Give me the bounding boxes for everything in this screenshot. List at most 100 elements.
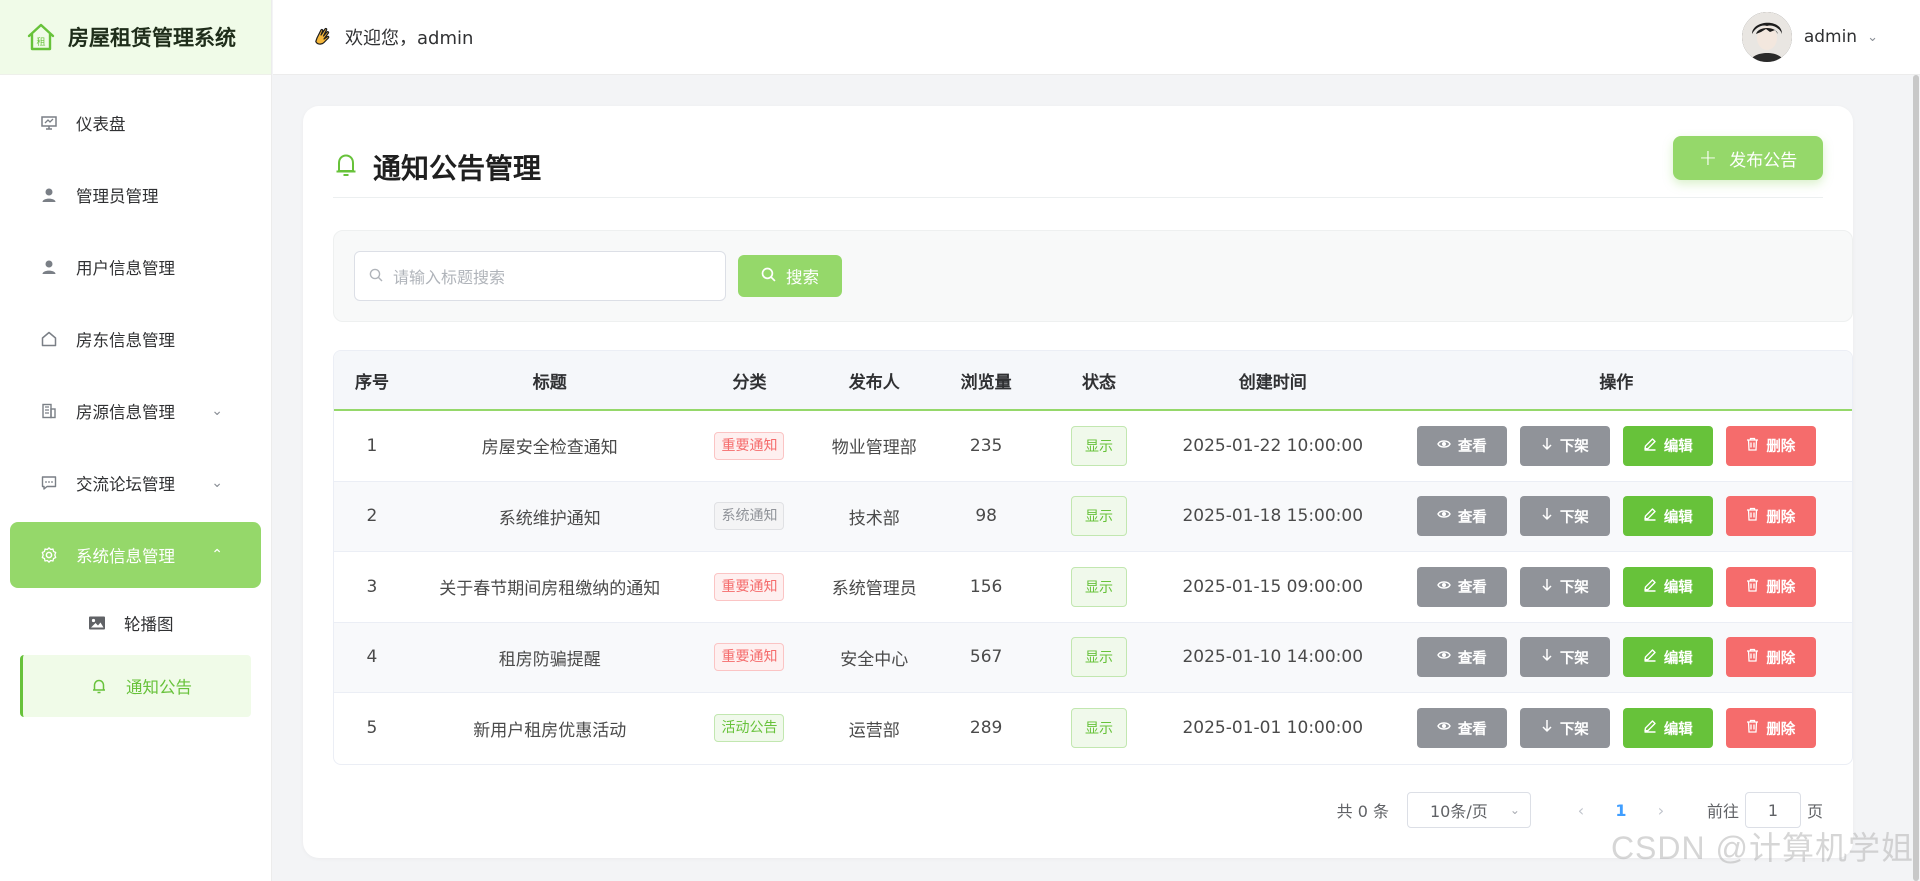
edit-button[interactable]: 编辑 [1622,566,1713,607]
user-menu[interactable]: admin ⌄ [1741,12,1878,62]
pagination-total: 共 0 条 [1336,802,1389,821]
view-button[interactable]: 查看 [1416,425,1507,466]
delete-button[interactable]: 删除 [1725,496,1816,537]
arrow-down-icon [1541,578,1553,596]
sidebar-item-dashboard[interactable]: 仪表盘 [0,87,271,159]
search-button[interactable]: 搜索 [738,255,842,297]
chevron-down-icon: ⌄ [1509,803,1520,817]
cell-index: 4 [366,647,378,668]
unpublish-button[interactable]: 下架 [1519,566,1610,607]
delete-button[interactable]: 删除 [1725,637,1816,678]
column-header[interactable]: 分类 [690,368,810,393]
sidebar-item-system[interactable]: 系统信息管理 ⌃ [10,522,261,588]
edit-button[interactable]: 编辑 [1622,496,1713,537]
cell-views: 235 [969,435,1003,456]
page-number-current[interactable]: 1 [1601,801,1641,820]
pencil-icon [1643,648,1657,666]
column-header[interactable]: 操作 [1381,368,1852,393]
chevron-down-icon: ⌄ [1867,29,1878,45]
column-header[interactable]: 标题 [410,368,690,393]
sidebar-subitem-notice[interactable]: 通知公告 [20,655,251,717]
sidebar-item-label: 房东信息管理 [76,331,175,350]
category-tag: 系统通知 [714,502,785,531]
cell-views: 156 [969,576,1003,597]
delete-button[interactable]: 删除 [1725,566,1816,607]
delete-label: 删除 [1766,721,1796,738]
search-placeholder: 请输入标题搜索 [393,268,506,287]
edit-label: 编辑 [1663,650,1693,667]
brand[interactable]: 租 房屋租赁管理系统 [0,0,271,75]
sidebar-item-label: 仪表盘 [76,115,126,134]
card-header: 通知公告管理 + 发布公告 [333,136,1823,198]
page-size-select[interactable]: 10条/页 ⌄ [1406,792,1531,828]
trash-icon [1746,507,1759,525]
scrollbar-thumb[interactable] [1913,75,1919,881]
search-icon [761,267,776,286]
sidebar-item-listings[interactable]: 房源信息管理 ⌄ [0,375,271,447]
column-header[interactable]: 浏览量 [939,368,1033,393]
sidebar-item-label: 房源信息管理 [76,403,175,422]
edit-label: 编辑 [1663,721,1693,738]
view-button[interactable]: 查看 [1416,566,1507,607]
sidebar-item-forum[interactable]: 交流论坛管理 ⌄ [0,447,271,519]
building-icon [40,402,58,420]
column-header[interactable]: 发布人 [809,368,939,393]
user-icon [40,186,58,204]
cell-title: 系统维护通知 [498,508,601,529]
pencil-icon [1643,507,1657,525]
column-header[interactable]: 序号 [334,368,410,393]
cell-views: 289 [969,718,1003,739]
cell-category: 重要通知 [690,643,810,672]
view-button[interactable]: 查看 [1416,708,1507,749]
eye-icon [1437,437,1451,455]
prev-page-button[interactable]: ‹ [1561,801,1601,820]
unpublish-button[interactable]: 下架 [1519,708,1610,749]
welcome-message: 欢迎您，admin [273,24,473,50]
avatar[interactable] [1741,12,1792,62]
edit-button[interactable]: 编辑 [1622,425,1713,466]
sidebar-item-label: 管理员管理 [76,187,159,206]
cell-actions: 查看 下架 编辑 删除 [1381,425,1852,466]
cell-category: 活动公告 [690,714,810,743]
cell-created-time: 2025-01-01 10:00:00 [1182,718,1364,739]
unpublish-button[interactable]: 下架 [1519,496,1610,537]
delete-button[interactable]: 删除 [1725,425,1816,466]
unpublish-label: 下架 [1559,580,1589,597]
search-panel: 请输入标题搜索 搜索 [333,230,1853,322]
next-page-button[interactable]: › [1641,801,1681,820]
delete-button[interactable]: 删除 [1725,708,1816,749]
publish-notice-label: 发布公告 [1729,150,1798,171]
notice-table: 序号 标题 分类 发布人 浏览量 状态 创建时间 操作 1 房屋安全检查通知 重要通… [333,350,1853,765]
edit-label: 编辑 [1663,509,1693,526]
view-button[interactable]: 查看 [1416,637,1507,678]
sidebar-item-users[interactable]: 用户信息管理 [0,231,271,303]
eye-icon [1437,648,1451,666]
view-label: 查看 [1457,721,1487,738]
cell-status: 显示 [1033,708,1165,749]
search-input[interactable]: 请输入标题搜索 [354,251,726,301]
page-title: 通知公告管理 [373,151,542,185]
sidebar: 租 房屋租赁管理系统 仪表盘 管理员管理 用户信息管理 房东信息管理 房源信息管… [0,0,272,881]
status-badge: 显示 [1070,708,1127,749]
table-body: 1 房屋安全检查通知 重要通知 物业管理部 235 显示 2025-01-22 10:00:… [334,411,1852,764]
column-header[interactable]: 创建时间 [1165,368,1381,393]
cell-index: 5 [366,718,378,739]
delete-label: 删除 [1766,439,1796,456]
unpublish-button[interactable]: 下架 [1519,637,1610,678]
column-header[interactable]: 状态 [1033,368,1165,393]
edit-button[interactable]: 编辑 [1622,708,1713,749]
cell-title: 新用户租房优惠活动 [473,720,627,741]
cell-title: 关于春节期间房租缴纳的通知 [439,579,661,600]
cell-actions: 查看 下架 编辑 删除 [1381,496,1852,537]
edit-button[interactable]: 编辑 [1622,637,1713,678]
sidebar-item-landlords[interactable]: 房东信息管理 [0,303,271,375]
sidebar-item-admin[interactable]: 管理员管理 [0,159,271,231]
cell-publisher: 安全中心 [840,649,909,670]
publish-notice-button[interactable]: + 发布公告 [1673,136,1823,180]
table-row: 4 租房防骗提醒 重要通知 安全中心 567 显示 2025-01-10 14:00:00 查… [334,622,1852,693]
table-row: 3 关于春节期间房租缴纳的通知 重要通知 系统管理员 156 显示 2025-01-15 0… [334,552,1852,623]
eye-icon [1437,507,1451,525]
sidebar-subitem-carousel[interactable]: 轮播图 [0,591,271,655]
unpublish-button[interactable]: 下架 [1519,425,1610,466]
view-button[interactable]: 查看 [1416,496,1507,537]
